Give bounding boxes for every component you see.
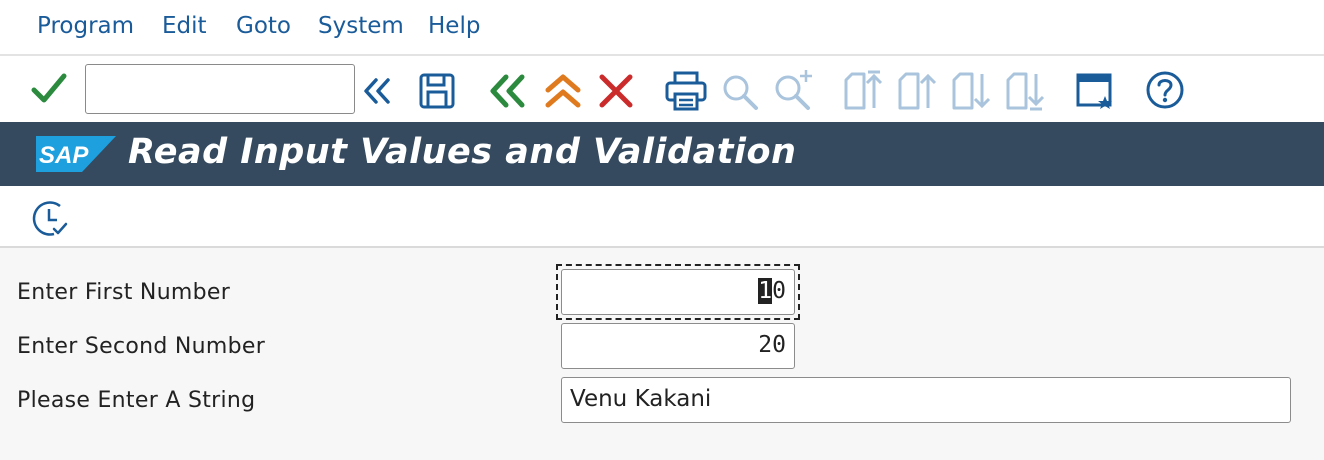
sap-logo: SAP xyxy=(36,136,116,176)
expand-left-icon[interactable] xyxy=(362,76,394,106)
menu-bar: Program Edit Goto System Help xyxy=(0,0,1324,56)
first-page-icon xyxy=(842,68,886,112)
find-next-icon xyxy=(772,68,816,112)
page-title: Read Input Values and Validation xyxy=(128,132,797,172)
menu-goto[interactable]: Goto xyxy=(236,13,291,39)
help-icon[interactable] xyxy=(1145,70,1185,110)
application-toolbar xyxy=(0,186,1324,248)
previous-page-icon xyxy=(896,68,940,112)
title-bar: SAP Read Input Values and Validation xyxy=(0,122,1324,186)
enter-check-icon[interactable] xyxy=(30,70,68,108)
exit-icon[interactable] xyxy=(543,72,583,110)
new-session-icon[interactable] xyxy=(1075,70,1117,112)
text-cursor: 1 xyxy=(758,278,773,304)
string-label: Please Enter A String xyxy=(17,388,256,413)
sap-logo-text: SAP xyxy=(39,142,89,169)
find-icon xyxy=(720,72,760,112)
menu-system[interactable]: System xyxy=(318,13,404,39)
last-page-icon xyxy=(1004,68,1048,112)
command-field[interactable] xyxy=(85,64,355,114)
next-page-icon xyxy=(950,68,994,112)
menu-program[interactable]: Program xyxy=(37,13,134,39)
save-icon[interactable] xyxy=(417,71,457,111)
menu-edit[interactable]: Edit xyxy=(162,13,207,39)
string-field[interactable]: Venu Kakani xyxy=(561,377,1291,423)
second-number-field[interactable]: 20 xyxy=(561,323,795,369)
print-icon[interactable] xyxy=(664,70,708,112)
execute-clock-icon[interactable] xyxy=(30,200,70,240)
first-number-field[interactable]: 10 xyxy=(561,269,795,315)
back-icon[interactable] xyxy=(488,72,528,110)
menu-help[interactable]: Help xyxy=(428,13,480,39)
first-number-label: Enter First Number xyxy=(17,280,231,305)
selection-form: Enter First Number 10 Enter Second Numbe… xyxy=(0,248,1324,460)
standard-toolbar xyxy=(0,56,1324,122)
first-number-tail: 0 xyxy=(772,278,786,304)
cancel-icon[interactable] xyxy=(597,72,635,110)
second-number-label: Enter Second Number xyxy=(17,334,266,359)
